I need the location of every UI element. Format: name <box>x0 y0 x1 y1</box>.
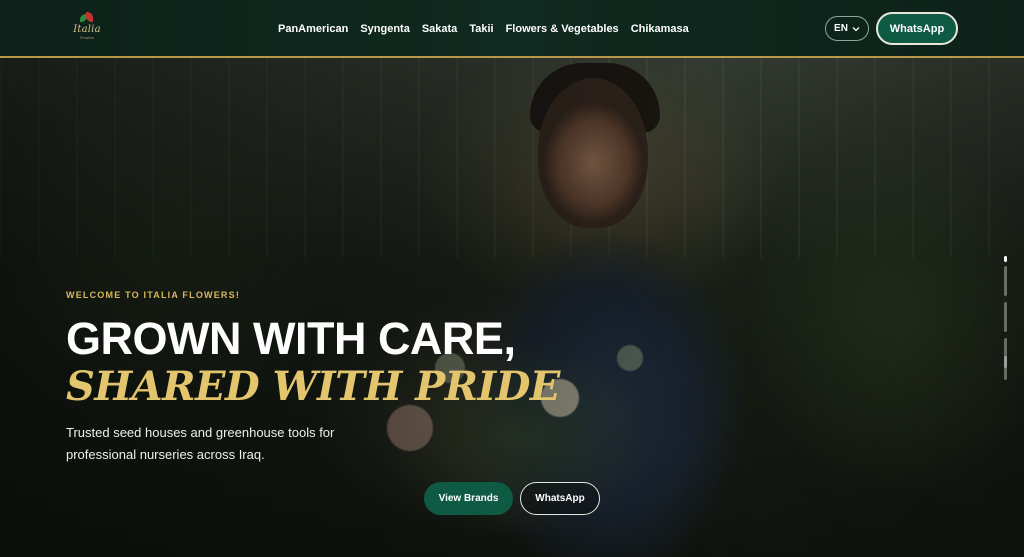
view-brands-button[interactable]: View Brands <box>424 482 513 515</box>
language-label: EN <box>834 23 848 34</box>
slide-indicator-1[interactable] <box>1004 256 1007 262</box>
logo-tagline: Flowers <box>79 35 94 40</box>
nav-link-sakata[interactable]: Sakata <box>422 20 457 38</box>
slide-indicator-5[interactable] <box>1004 356 1007 380</box>
nav-link-flowers-vegetables[interactable]: Flowers & Vegetables <box>506 20 619 38</box>
logo-wordmark: Italia <box>73 24 101 35</box>
nav-link-panamerican[interactable]: PanAmerican <box>278 20 348 38</box>
nav-link-takii[interactable]: Takii <box>469 20 493 38</box>
logo-mark-icon <box>80 12 94 24</box>
hero-whatsapp-button[interactable]: WhatsApp <box>520 482 600 515</box>
slider-pagination <box>1004 226 1008 386</box>
hero-title-line1: GROWN WITH CARE, <box>66 313 516 364</box>
hero-overlay <box>0 58 1024 557</box>
header-whatsapp-button[interactable]: WhatsApp <box>876 12 958 45</box>
hero-title-line2: SHARED WITH PRIDE <box>66 363 560 410</box>
nav-link-chikamasa[interactable]: Chikamasa <box>631 20 689 38</box>
main-nav: PanAmerican Syngenta Sakata Takii Flower… <box>278 20 689 38</box>
language-selector[interactable]: EN <box>825 16 869 41</box>
chevron-down-icon <box>852 26 860 31</box>
hero-eyebrow: WELCOME TO ITALIA FLOWERS! <box>66 290 241 300</box>
site-header: Italia Flowers PanAmerican Syngenta Saka… <box>0 0 1024 58</box>
nav-link-syngenta[interactable]: Syngenta <box>360 20 410 38</box>
slide-indicator-3[interactable] <box>1004 302 1007 332</box>
hero-subtitle: Trusted seed houses and greenhouse tools… <box>66 425 335 462</box>
slide-indicator-2[interactable] <box>1004 266 1007 296</box>
italia-flowers-logo[interactable]: Italia Flowers <box>70 12 104 40</box>
hero-section: WELCOME TO ITALIA FLOWERS! GROWN WITH CA… <box>0 58 1024 557</box>
